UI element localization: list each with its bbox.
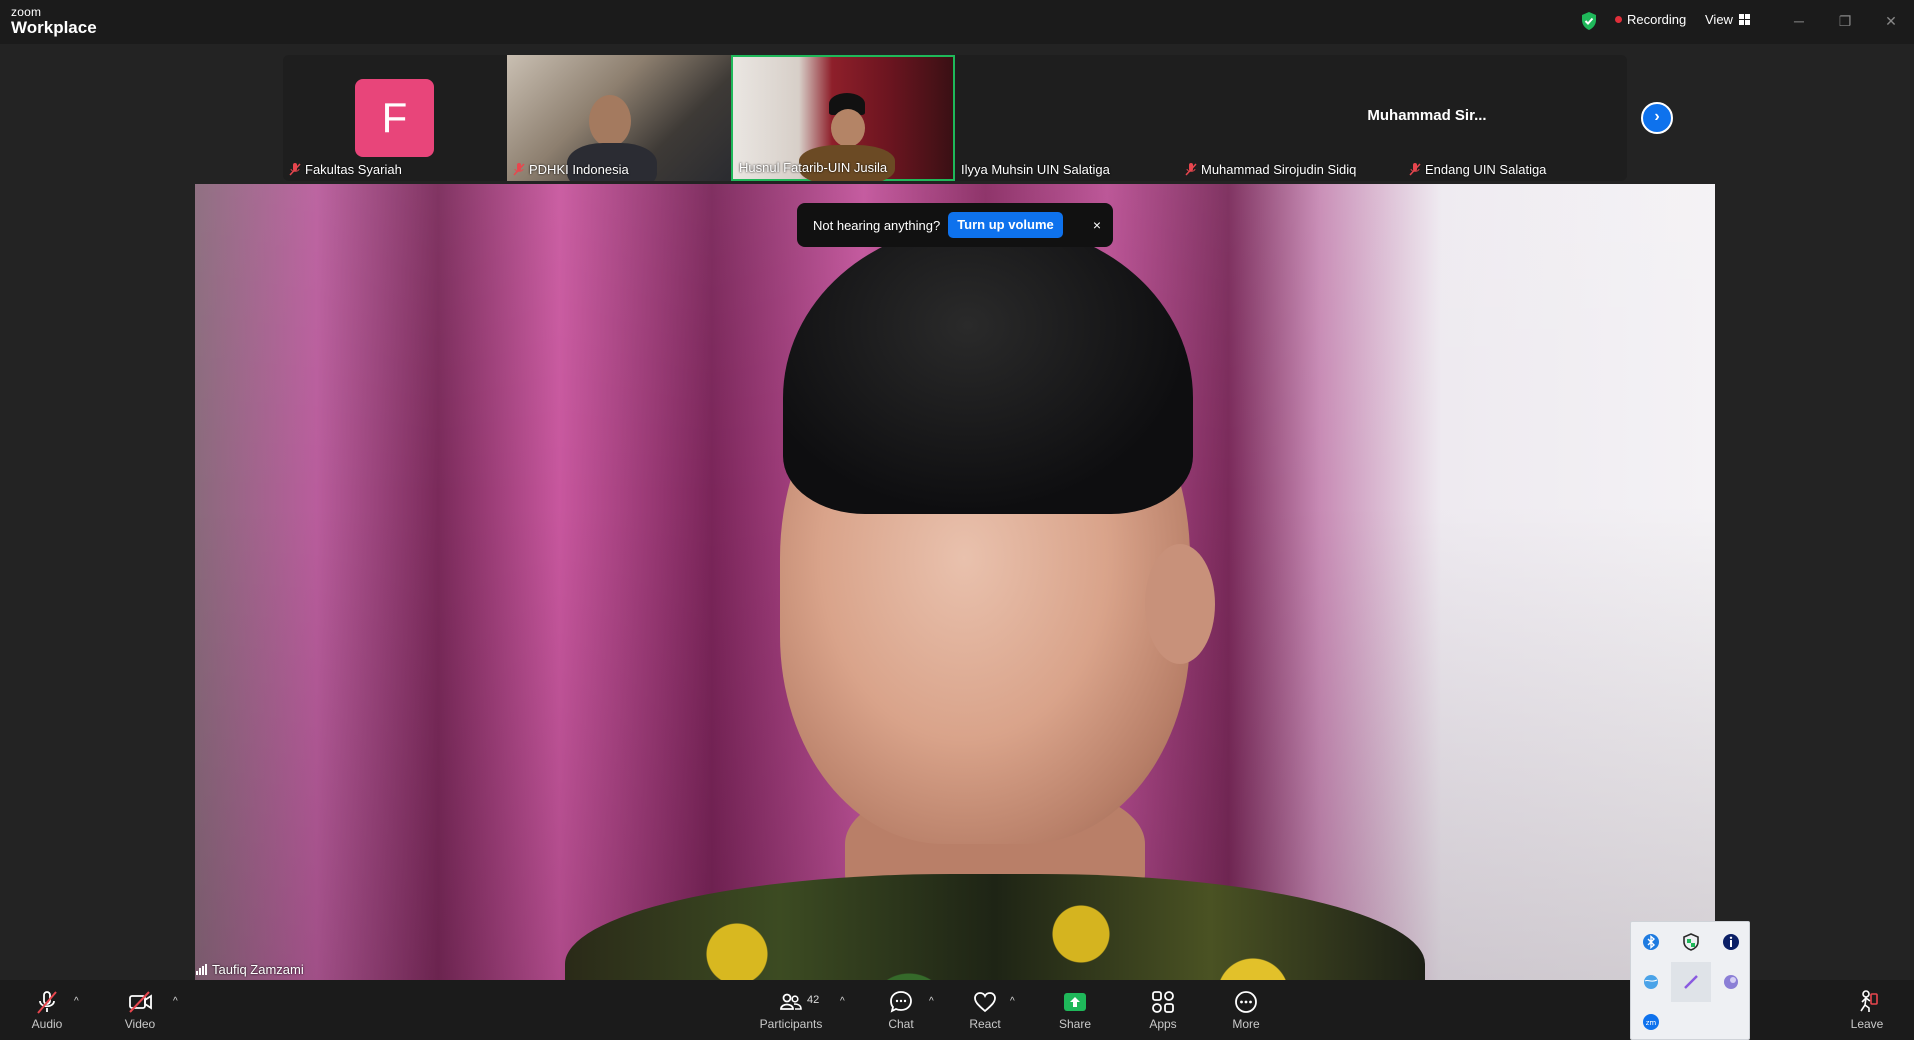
video-label: Video — [124, 1017, 156, 1031]
participant-strip: F Fakultas Syariah PDHKI Indonesia Husnu… — [283, 55, 1627, 181]
zoom-icon[interactable]: zm — [1631, 1002, 1671, 1040]
title-bar: zoom Workplace Recording View ─ ❐ ✕ — [0, 0, 1914, 44]
toast-close-button[interactable]: × — [1093, 217, 1101, 233]
signal-strength-icon — [196, 964, 207, 975]
close-window-button[interactable]: ✕ — [1879, 10, 1903, 32]
participants-options-caret-icon[interactable]: ^ — [840, 996, 845, 1007]
recording-indicator[interactable]: Recording — [1615, 12, 1686, 27]
restore-button[interactable]: ❐ — [1833, 10, 1857, 32]
chevron-right-icon: › — [1654, 108, 1660, 125]
audio-hint-toast: Not hearing anything? Turn up volume × — [797, 203, 1113, 247]
app-logo: zoom Workplace — [11, 6, 97, 36]
participants-count: 42 — [807, 994, 820, 1006]
avatar: F — [355, 79, 434, 157]
heart-icon — [974, 992, 996, 1013]
participant-tile-active[interactable]: Husnul Fatarib-UIN Jusila — [731, 55, 955, 181]
main-speaker-video[interactable] — [195, 184, 1715, 981]
react-options-caret-icon[interactable]: ^ — [1010, 996, 1015, 1007]
participant-video — [589, 95, 631, 147]
video-off-icon — [129, 991, 152, 1013]
mic-muted-icon — [513, 163, 525, 176]
svg-text:zm: zm — [1646, 1019, 1657, 1027]
toast-message: Not hearing anything? — [813, 217, 941, 233]
participant-name: Husnul Fatarib-UIN Jusila — [739, 160, 888, 175]
participant-name: Endang UIN Salatiga — [1409, 162, 1546, 177]
leave-label: Leave — [1850, 1017, 1884, 1031]
audio-options-caret-icon[interactable]: ^ — [74, 996, 79, 1007]
meeting-toolbar: Audio ^ Video ^ Participants 42 ^ Chat ^… — [0, 980, 1914, 1040]
more-button[interactable]: More — [1221, 980, 1271, 1040]
speaker-name-label: Taufiq Zamzami — [196, 962, 304, 977]
mic-muted-icon — [1185, 163, 1197, 176]
apps-icon — [1152, 991, 1174, 1013]
participants-icon — [780, 993, 802, 1010]
recording-label: Recording — [1627, 12, 1687, 27]
brand-big: Workplace — [11, 18, 97, 37]
next-page-button[interactable]: › — [1641, 102, 1673, 134]
participant-name: Muhammad Sirojudin Sidiq — [1185, 162, 1356, 177]
chat-button[interactable]: Chat — [876, 980, 926, 1040]
react-button[interactable]: React — [960, 980, 1010, 1040]
minimize-button[interactable]: ─ — [1787, 10, 1811, 32]
active-speaker-name: Muhammad Sir... — [1367, 107, 1487, 124]
participant-name: Fakultas Syariah — [289, 162, 402, 177]
video-button[interactable]: Video — [115, 980, 165, 1040]
turn-up-volume-button[interactable]: Turn up volume — [948, 212, 1063, 238]
mic-muted-icon — [37, 991, 57, 1014]
pen-icon[interactable] — [1671, 962, 1711, 1002]
video-options-caret-icon[interactable]: ^ — [173, 996, 178, 1007]
react-label: React — [969, 1017, 1001, 1031]
leave-icon — [1860, 990, 1878, 1012]
share-label: Share — [1058, 1017, 1092, 1031]
mic-muted-icon — [1409, 163, 1421, 176]
more-icon — [1235, 991, 1257, 1013]
share-screen-icon — [1064, 993, 1086, 1011]
mic-muted-icon — [289, 163, 301, 176]
encryption-shield-icon[interactable] — [1580, 11, 1598, 31]
brand-small: zoom — [11, 5, 42, 19]
participant-name: PDHKI Indonesia — [513, 162, 629, 177]
audio-label: Audio — [31, 1017, 63, 1031]
apps-button[interactable]: Apps — [1138, 980, 1188, 1040]
network-globe-icon[interactable] — [1631, 962, 1671, 1002]
participant-tile[interactable]: Ilyya Muhsin UIN Salatiga — [955, 55, 1179, 181]
security-shield-icon[interactable] — [1671, 922, 1711, 962]
chat-label: Chat — [888, 1017, 914, 1031]
audio-button[interactable]: Audio — [22, 980, 72, 1040]
bluetooth-icon[interactable] — [1631, 922, 1671, 962]
share-button[interactable]: Share — [1050, 980, 1100, 1040]
participant-name: Ilyya Muhsin UIN Salatiga — [961, 162, 1110, 177]
participants-label: Participants — [759, 1017, 823, 1031]
chat-icon — [890, 991, 912, 1013]
participants-button[interactable]: Participants — [752, 980, 830, 1040]
participant-tile[interactable]: PDHKI Indonesia — [507, 55, 731, 181]
grid-view-icon — [1738, 14, 1750, 25]
view-label: View — [1705, 12, 1733, 27]
info-icon[interactable] — [1711, 922, 1751, 962]
apps-label: Apps — [1149, 1017, 1177, 1031]
recording-dot-icon — [1615, 16, 1622, 23]
system-tray-popup: zm — [1630, 921, 1750, 1040]
participant-tile[interactable]: F Fakultas Syariah — [283, 55, 507, 181]
chat-options-caret-icon[interactable]: ^ — [929, 996, 934, 1007]
view-button[interactable]: View — [1705, 12, 1750, 27]
more-label: More — [1232, 1017, 1260, 1031]
orb-icon[interactable] — [1711, 962, 1751, 1002]
leave-button[interactable]: Leave — [1842, 980, 1892, 1040]
